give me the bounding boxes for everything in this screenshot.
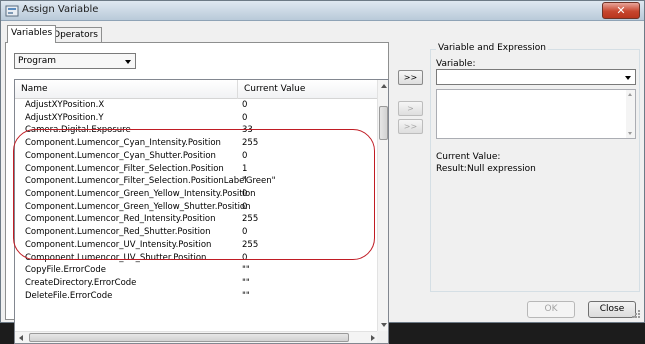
close-icon: ✕ bbox=[616, 4, 626, 17]
current-value-label: Current Value: bbox=[436, 152, 501, 162]
expression-textbox[interactable] bbox=[436, 89, 636, 139]
vertical-scroll-thumb[interactable] bbox=[379, 106, 388, 140]
horizontal-scrollbar[interactable] bbox=[15, 331, 379, 343]
add-all-button[interactable]: >> bbox=[398, 70, 423, 85]
scroll-down-icon[interactable] bbox=[381, 323, 387, 327]
highlight-annotation bbox=[13, 129, 375, 260]
row-value: "" bbox=[242, 278, 250, 289]
table-row[interactable]: CopyFile.ErrorCode "" bbox=[15, 264, 379, 277]
ok-label: OK bbox=[544, 304, 558, 314]
ok-button[interactable]: OK bbox=[527, 301, 575, 318]
close-button[interactable]: Close bbox=[588, 301, 636, 318]
table-row[interactable]: AdjustXYPosition.Y 0 bbox=[15, 112, 379, 125]
group-title: Variable and Expression bbox=[436, 43, 548, 53]
row-value: "" bbox=[242, 265, 250, 276]
scroll-left-icon[interactable] bbox=[19, 335, 23, 341]
column-header-current-value-label: Current Value bbox=[244, 84, 306, 94]
scrollbar-corner bbox=[377, 331, 388, 343]
column-header-name-label: Name bbox=[21, 84, 48, 94]
horizontal-scroll-thumb[interactable] bbox=[29, 333, 349, 342]
vertical-scrollbar[interactable] bbox=[377, 80, 388, 331]
row-name: CreateDirectory.ErrorCode bbox=[25, 278, 137, 289]
scroll-up-icon[interactable] bbox=[628, 93, 632, 96]
variable-combo[interactable] bbox=[436, 69, 636, 85]
resize-grip-icon[interactable] bbox=[631, 309, 641, 319]
scope-select[interactable]: Program bbox=[14, 53, 136, 69]
chevron-down-icon bbox=[125, 60, 131, 64]
expression-scrollbar[interactable] bbox=[626, 90, 635, 138]
tab-operators[interactable]: Operators bbox=[49, 27, 102, 43]
add-all-label: >> bbox=[403, 73, 418, 82]
table-row[interactable]: AdjustXYPosition.X 0 bbox=[15, 99, 379, 112]
add-button[interactable]: > bbox=[398, 101, 423, 116]
row-name: AdjustXYPosition.X bbox=[25, 100, 105, 110]
remove-all-button[interactable]: >> bbox=[398, 119, 423, 134]
table-row[interactable]: CreateDirectory.ErrorCode "" bbox=[15, 277, 379, 290]
row-name: CopyFile.ErrorCode bbox=[25, 265, 106, 276]
window-title: Assign Variable bbox=[22, 4, 99, 15]
tab-variables[interactable]: Variables bbox=[7, 25, 57, 43]
window-close-button[interactable]: ✕ bbox=[602, 2, 640, 19]
title-bar[interactable]: Assign Variable ✕ bbox=[1, 1, 644, 21]
app-icon bbox=[5, 5, 19, 17]
close-label: Close bbox=[599, 304, 625, 314]
scroll-right-icon[interactable] bbox=[371, 335, 375, 341]
row-name: DeleteFile.ErrorCode bbox=[25, 290, 113, 301]
result-value: Null expression bbox=[467, 164, 536, 174]
tab-operators-label: Operators bbox=[53, 30, 98, 40]
scroll-up-icon[interactable] bbox=[381, 84, 387, 88]
scope-select-value: Program bbox=[18, 56, 56, 66]
list-header: Name Current Value bbox=[15, 80, 379, 99]
tab-variables-label: Variables bbox=[11, 28, 53, 38]
variable-label: Variable: bbox=[436, 59, 476, 69]
chevron-down-icon bbox=[625, 76, 631, 80]
row-value: "" bbox=[242, 290, 250, 301]
add-label: > bbox=[407, 104, 414, 113]
column-header-current-value[interactable]: Current Value bbox=[237, 80, 379, 99]
scroll-down-icon[interactable] bbox=[628, 132, 632, 135]
table-row[interactable]: DeleteFile.ErrorCode "" bbox=[15, 290, 379, 303]
row-value: 0 bbox=[242, 112, 248, 123]
row-value: 0 bbox=[242, 100, 248, 110]
column-header-name[interactable]: Name bbox=[15, 80, 237, 99]
remove-all-label: >> bbox=[403, 122, 418, 131]
assign-variable-dialog: Assign Variable ✕ Variables Operators Pr… bbox=[0, 0, 645, 344]
row-name: AdjustXYPosition.Y bbox=[25, 112, 104, 123]
result-label: Result: bbox=[436, 164, 467, 174]
